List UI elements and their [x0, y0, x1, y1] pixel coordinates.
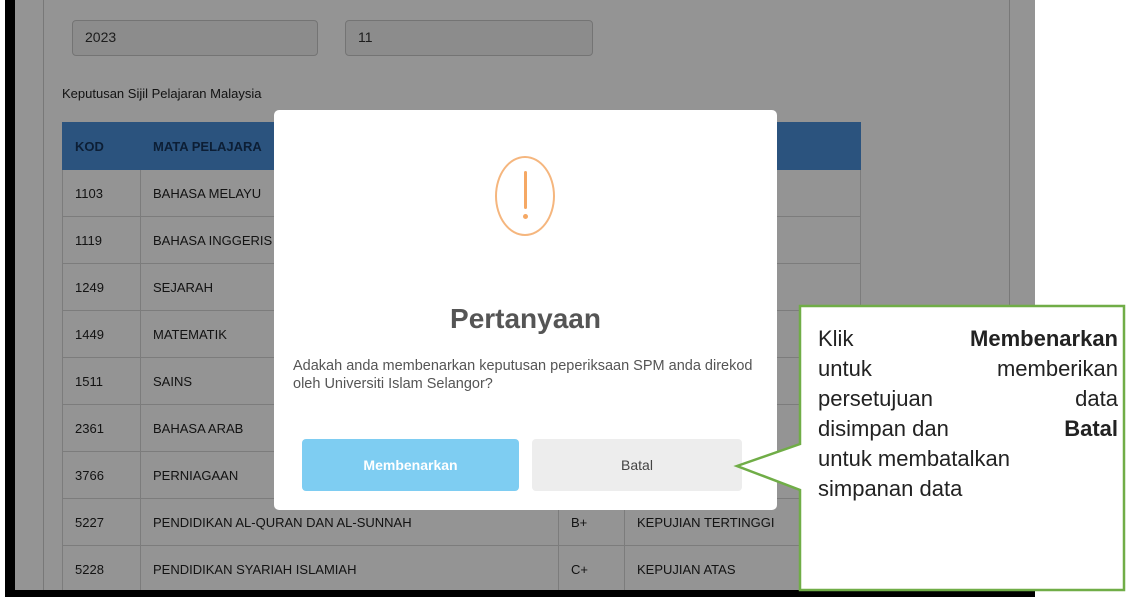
callout-word: Klik — [818, 326, 854, 351]
callout-word: disimpan dan — [818, 416, 949, 441]
callout-line: disimpan dan Batal — [818, 414, 1118, 444]
callout-line: simpanan data — [818, 474, 1118, 504]
callout-line: Klik Membenarkan — [818, 324, 1118, 354]
callout-line: untuk memberikan — [818, 354, 1118, 384]
callout-word: persetujuan — [818, 386, 933, 411]
callout-line: untuk membatalkan — [818, 444, 1118, 474]
callout-word: untuk — [818, 356, 872, 381]
callout-word: data — [1075, 386, 1118, 411]
callout-word: untuk membatalkan — [818, 446, 1010, 471]
callout-keyword-batal: Batal — [1064, 416, 1118, 441]
callout-keyword-membenarkan: Membenarkan — [970, 326, 1118, 351]
callout-word: simpanan data — [818, 476, 963, 501]
callout-text: Klik Membenarkan untuk memberikan perset… — [818, 324, 1118, 504]
callout-shape — [733, 304, 1126, 592]
callout-line: persetujuan data — [818, 384, 1118, 414]
callout-word: memberikan — [996, 356, 1118, 381]
